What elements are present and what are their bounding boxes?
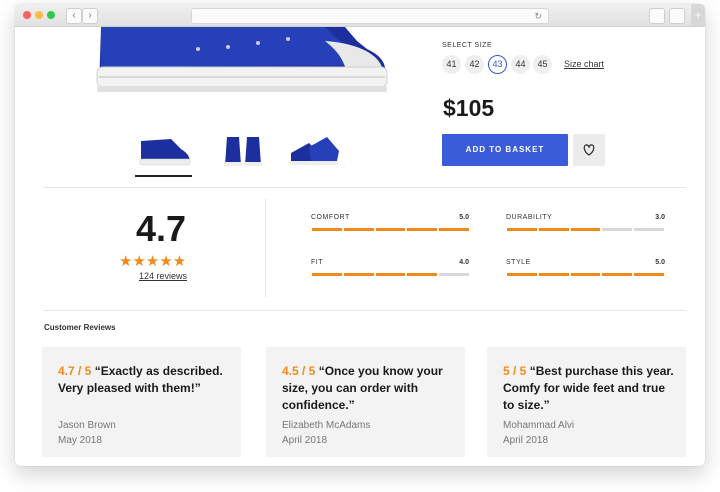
divider [43, 187, 686, 188]
metric-value-comfort: 5.0 [459, 214, 469, 221]
metric-segment [439, 228, 469, 231]
zoom-window-button[interactable] [47, 11, 55, 19]
review-text: 5 / 5 “Best purchase this year. Comfy fo… [503, 363, 675, 414]
size-option-42[interactable]: 42 [465, 55, 484, 74]
metric-label-fit: FIT [311, 259, 323, 266]
thumbnail-back-view[interactable] [217, 131, 273, 171]
star-icon: ★★★★★ [119, 253, 187, 270]
product-price: $105 [443, 95, 495, 121]
review-date: April 2018 [503, 435, 549, 446]
product-image [96, 27, 388, 92]
review-author: Jason Brown [58, 420, 116, 431]
metric-segment [602, 228, 633, 231]
customer-reviews-heading: Customer Reviews [44, 323, 116, 332]
review-date: May 2018 [58, 435, 102, 446]
metric-segment [343, 273, 374, 276]
address-bar[interactable]: ↻ [191, 8, 549, 24]
metric-segment [375, 228, 406, 231]
review-text: 4.5 / 5 “Once you know your size, you ca… [282, 363, 454, 414]
metric-segment [507, 228, 537, 231]
metric-segment [375, 273, 406, 276]
new-tab-icon[interactable]: + [691, 4, 705, 26]
size-option-43-selected[interactable]: 43 [488, 55, 507, 74]
metric-segment [570, 273, 601, 276]
select-size-label: SELECT SIZE [442, 42, 493, 49]
close-window-button[interactable] [23, 11, 31, 19]
review-author: Elizabeth McAdams [282, 420, 371, 431]
metric-label-comfort: COMFORT [311, 214, 350, 221]
share-icon[interactable] [649, 8, 665, 24]
vertical-divider [265, 198, 266, 298]
metric-segment [312, 273, 342, 276]
metric-segment [507, 273, 537, 276]
title-bar: ‹ › ↻ + [15, 4, 705, 27]
review-count-link[interactable]: 124 reviews [139, 271, 187, 281]
metric-value-durability: 3.0 [655, 214, 665, 221]
metric-segment [407, 273, 438, 276]
heart-icon [583, 144, 595, 156]
page-content: SELECT SIZE 41 42 43 44 45 Size chart $1… [15, 27, 705, 466]
metric-segment [439, 273, 469, 276]
review-score: 4.5 / 5 [282, 364, 316, 378]
metric-bar-style [507, 273, 664, 276]
review-score: 4.7 / 5 [58, 364, 92, 378]
review-card: 4.7 / 5 “Exactly as described. Very plea… [42, 347, 241, 457]
metric-segment [538, 273, 569, 276]
size-option-41[interactable]: 41 [442, 55, 461, 74]
review-author: Mohammad Alvi [503, 420, 575, 431]
size-option-44[interactable]: 44 [511, 55, 530, 74]
metric-value-fit: 4.0 [459, 259, 469, 266]
reload-icon[interactable]: ↻ [534, 9, 542, 23]
metric-value-style: 5.0 [655, 259, 665, 266]
review-score: 5 / 5 [503, 364, 527, 378]
divider [43, 310, 686, 311]
average-rating: 4.7 [135, 208, 187, 249]
metric-bar-comfort [312, 228, 469, 231]
review-card: 4.5 / 5 “Once you know your size, you ca… [266, 347, 465, 457]
forward-icon[interactable]: › [82, 8, 98, 24]
metric-segment [407, 228, 438, 231]
browser-window: ‹ › ↻ + SELECT SIZE 41 42 43 44 45 Size … [15, 4, 705, 466]
wishlist-button[interactable] [573, 134, 605, 166]
tabs-icon[interactable] [669, 8, 685, 24]
review-quote: “Best purchase this year. Comfy for wide… [503, 364, 674, 412]
size-chart-link[interactable]: Size chart [564, 59, 604, 69]
metric-segment [602, 273, 633, 276]
thumbnail-pair-view[interactable] [287, 131, 343, 171]
metric-label-style: STYLE [506, 259, 531, 266]
review-text: 4.7 / 5 “Exactly as described. Very plea… [58, 363, 230, 397]
metric-segment [343, 228, 374, 231]
back-icon[interactable]: ‹ [66, 8, 82, 24]
metric-segment [538, 228, 569, 231]
selected-thumbnail-indicator [135, 175, 192, 177]
thumbnail-side-view[interactable] [137, 131, 193, 171]
metric-segment [634, 228, 664, 231]
size-option-45[interactable]: 45 [533, 55, 552, 74]
metric-segment [312, 228, 342, 231]
metric-segment [634, 273, 664, 276]
metric-segment [570, 228, 601, 231]
add-to-basket-button[interactable]: ADD TO BASKET [442, 134, 568, 166]
metric-label-durability: DURABILITY [506, 214, 553, 221]
review-date: April 2018 [282, 435, 328, 446]
minimize-window-button[interactable] [35, 11, 43, 19]
review-card: 5 / 5 “Best purchase this year. Comfy fo… [487, 347, 686, 457]
metric-bar-durability [507, 228, 664, 231]
metric-bar-fit [312, 273, 469, 276]
